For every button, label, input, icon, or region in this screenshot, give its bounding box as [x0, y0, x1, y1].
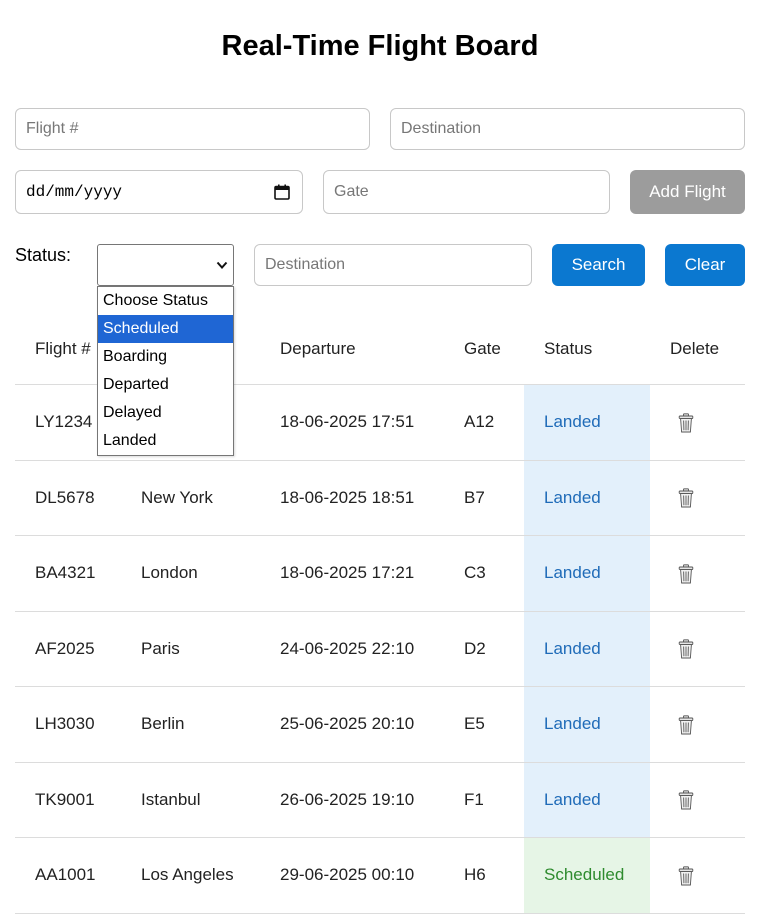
destination-cell: New York — [121, 460, 260, 536]
delete-cell[interactable] — [650, 385, 745, 461]
departure-cell: 25-06-2025 20:10 — [260, 687, 444, 763]
trash-icon[interactable] — [678, 715, 694, 735]
delete-button[interactable] — [670, 789, 694, 808]
status-option-boarding[interactable]: Boarding — [98, 343, 233, 371]
table-row: AF2025Paris24-06-2025 22:10D2Landed — [15, 611, 745, 687]
table-row: BA4321London18-06-2025 17:21C3Landed — [15, 536, 745, 612]
table-row: LH3030Berlin25-06-2025 20:10E5Landed — [15, 687, 745, 763]
departure-cell: 18-06-2025 17:21 — [260, 536, 444, 612]
delete-button[interactable] — [670, 638, 694, 657]
clear-button[interactable]: Clear — [665, 244, 745, 286]
flight-number-cell: AF2025 — [15, 611, 121, 687]
trash-icon[interactable] — [678, 413, 694, 433]
status-option-landed[interactable]: Landed — [98, 427, 233, 455]
table-row: AA1001Los Angeles29-06-2025 00:10H6Sched… — [15, 838, 745, 914]
page-title: Real-Time Flight Board — [0, 30, 760, 63]
header-departure: Departure — [260, 314, 444, 385]
delete-cell[interactable] — [650, 687, 745, 763]
delete-cell[interactable] — [650, 838, 745, 914]
status-cell: Scheduled — [524, 838, 650, 914]
status-dropdown-list: Choose Status Scheduled Boarding Departe… — [97, 286, 234, 456]
calendar-icon[interactable] — [274, 184, 290, 200]
gate-cell: E5 — [444, 687, 524, 763]
destination-cell: London — [121, 536, 260, 612]
departure-date-input[interactable]: dd/mm/yyyy — [15, 170, 303, 214]
gate-input[interactable] — [323, 170, 610, 214]
delete-button[interactable] — [670, 714, 694, 733]
status-option-scheduled[interactable]: Scheduled — [98, 315, 233, 343]
header-delete: Delete — [650, 314, 745, 385]
departure-cell: 26-06-2025 19:10 — [260, 762, 444, 838]
delete-button[interactable] — [670, 412, 694, 431]
status-filter-label: Status: — [15, 245, 71, 266]
delete-cell[interactable] — [650, 611, 745, 687]
gate-cell: D2 — [444, 611, 524, 687]
table-row: TK9001Istanbul26-06-2025 19:10F1Landed — [15, 762, 745, 838]
trash-icon[interactable] — [678, 790, 694, 810]
gate-cell: B7 — [444, 460, 524, 536]
departure-cell: 18-06-2025 17:51 — [260, 385, 444, 461]
chevron-down-icon — [216, 259, 228, 271]
delete-button[interactable] — [670, 487, 694, 506]
status-cell: Landed — [524, 611, 650, 687]
destination-cell: Istanbul — [121, 762, 260, 838]
gate-cell: A12 — [444, 385, 524, 461]
status-cell: Landed — [524, 385, 650, 461]
delete-button[interactable] — [670, 865, 694, 884]
status-select[interactable] — [97, 244, 234, 286]
destination-search-input[interactable] — [254, 244, 532, 286]
destination-input[interactable] — [390, 108, 745, 150]
trash-icon[interactable] — [678, 488, 694, 508]
search-button[interactable]: Search — [552, 244, 645, 286]
add-flight-button[interactable]: Add Flight — [630, 170, 745, 214]
destination-cell: Paris — [121, 611, 260, 687]
destination-cell: Berlin — [121, 687, 260, 763]
header-gate: Gate — [444, 314, 524, 385]
flight-number-cell: AA1001 — [15, 838, 121, 914]
trash-icon[interactable] — [678, 564, 694, 584]
delete-cell[interactable] — [650, 762, 745, 838]
departure-cell: 18-06-2025 18:51 — [260, 460, 444, 536]
status-cell: Landed — [524, 460, 650, 536]
delete-cell[interactable] — [650, 460, 745, 536]
gate-cell: F1 — [444, 762, 524, 838]
flight-number-cell: DL5678 — [15, 460, 121, 536]
destination-cell: Los Angeles — [121, 838, 260, 914]
delete-button[interactable] — [670, 563, 694, 582]
flight-number-cell: LH3030 — [15, 687, 121, 763]
trash-icon[interactable] — [678, 866, 694, 886]
status-option-departed[interactable]: Departed — [98, 371, 233, 399]
trash-icon[interactable] — [678, 639, 694, 659]
flight-number-cell: BA4321 — [15, 536, 121, 612]
gate-cell: C3 — [444, 536, 524, 612]
delete-cell[interactable] — [650, 536, 745, 612]
status-cell: Landed — [524, 762, 650, 838]
status-cell: Landed — [524, 687, 650, 763]
flight-number-cell: TK9001 — [15, 762, 121, 838]
flight-number-input[interactable] — [15, 108, 370, 150]
departure-cell: 29-06-2025 00:10 — [260, 838, 444, 914]
date-value: dd/mm/yyyy — [26, 183, 122, 201]
table-row: DL5678New York18-06-2025 18:51B7Landed — [15, 460, 745, 536]
status-option-choose[interactable]: Choose Status — [98, 287, 233, 315]
status-option-delayed[interactable]: Delayed — [98, 399, 233, 427]
header-status: Status — [524, 314, 650, 385]
status-cell: Landed — [524, 536, 650, 612]
gate-cell: H6 — [444, 838, 524, 914]
departure-cell: 24-06-2025 22:10 — [260, 611, 444, 687]
